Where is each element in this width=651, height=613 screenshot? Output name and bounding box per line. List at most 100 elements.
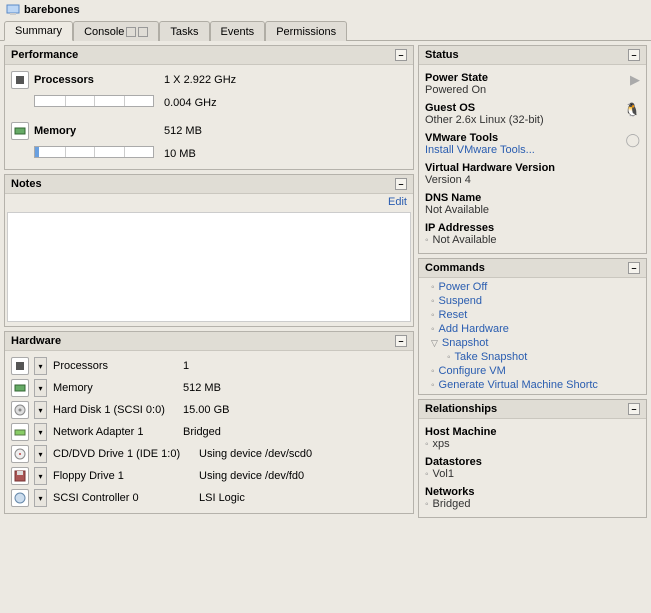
processors-value: 1 X 2.922 GHz [164, 74, 407, 86]
datastores-value: ◦Vol1 [425, 468, 640, 480]
cmd-add-hardware[interactable]: Add Hardware [439, 323, 509, 335]
install-tools-link[interactable]: Install VMware Tools... [425, 144, 535, 156]
power-state-value: Powered On [425, 84, 488, 96]
collapse-button[interactable]: – [395, 49, 407, 61]
disk-icon [11, 401, 29, 419]
hardware-menu-button[interactable]: ▾ [34, 445, 47, 463]
hardware-row: ▾ Network Adapter 1 Bridged [11, 421, 407, 443]
collapse-button[interactable]: – [395, 178, 407, 190]
tab-permissions[interactable]: Permissions [265, 21, 347, 41]
host-machine-label: Host Machine [425, 426, 640, 438]
ip-value: ◦Not Available [425, 234, 640, 246]
memory-icon [11, 122, 29, 140]
commands-panel: Commands – ◦Power Off ◦Suspend ◦Reset ◦A… [418, 258, 647, 395]
floppy-icon [11, 467, 29, 485]
linux-icon: 🐧 [624, 102, 640, 118]
networks-label: Networks [425, 486, 640, 498]
hardware-menu-button[interactable]: ▾ [34, 401, 47, 419]
memory-meter [34, 146, 164, 161]
networks-value: ◦Bridged [425, 498, 640, 510]
vmware-tools-label: VMware Tools [425, 132, 535, 144]
cdrom-icon [11, 445, 29, 463]
collapse-button[interactable]: – [395, 335, 407, 347]
status-panel: Status – Power State Powered On ▶ Guest … [418, 45, 647, 254]
tab-summary[interactable]: Summary [4, 21, 73, 41]
scsi-icon [11, 489, 29, 507]
datastores-label: Datastores [425, 456, 640, 468]
memory-value: 512 MB [164, 125, 407, 137]
network-icon [11, 423, 29, 441]
notes-panel: Notes – Edit [4, 174, 414, 327]
status-heading: Status [425, 49, 459, 61]
cpu-icon [11, 71, 29, 89]
tab-console[interactable]: Console [73, 21, 159, 41]
hardware-menu-button[interactable]: ▾ [34, 357, 47, 375]
tab-bar: Summary Console Tasks Events Permissions [0, 20, 651, 41]
dns-label: DNS Name [425, 192, 640, 204]
tools-icon: ◯ [624, 132, 640, 148]
hardware-menu-button[interactable]: ▾ [34, 423, 47, 441]
play-icon: ▶ [624, 72, 640, 88]
hardware-row: ▾ Memory 512 MB [11, 377, 407, 399]
hardware-item-value: 15.00 GB [183, 404, 407, 416]
dns-value: Not Available [425, 204, 640, 216]
notes-heading: Notes [11, 178, 42, 190]
hardware-menu-button[interactable]: ▾ [34, 379, 47, 397]
hardware-row: ▾ Floppy Drive 1 Using device /dev/fd0 [11, 465, 407, 487]
guest-os-label: Guest OS [425, 102, 544, 114]
vhw-label: Virtual Hardware Version [425, 162, 640, 174]
notes-textarea[interactable] [7, 212, 411, 322]
hardware-item-value: Using device /dev/fd0 [199, 470, 407, 482]
hardware-heading: Hardware [11, 335, 61, 347]
hardware-item-label: Processors [53, 360, 183, 372]
cpu-usage-value: 0.004 GHz [164, 97, 407, 109]
hardware-item-label: CD/DVD Drive 1 (IDE 1:0) [53, 448, 199, 460]
hardware-item-value: 1 [183, 360, 407, 372]
hardware-item-value: LSI Logic [199, 492, 407, 504]
hardware-row: ▾ CD/DVD Drive 1 (IDE 1:0) Using device … [11, 443, 407, 465]
cmd-power-off[interactable]: Power Off [439, 281, 488, 293]
hardware-item-value: Bridged [183, 426, 407, 438]
cmd-configure-vm[interactable]: Configure VM [439, 365, 506, 377]
hardware-item-value: Using device /dev/scd0 [199, 448, 407, 460]
hardware-menu-button[interactable]: ▾ [34, 467, 47, 485]
tab-events[interactable]: Events [210, 21, 266, 41]
commands-heading: Commands [425, 262, 485, 274]
hardware-item-value: 512 MB [183, 382, 407, 394]
expand-icon[interactable]: ▽ [431, 338, 438, 349]
cmd-take-snapshot[interactable]: Take Snapshot [455, 351, 528, 363]
performance-panel: Performance – Processors 1 X 2.922 GHz 0… [4, 45, 414, 170]
hardware-item-label: SCSI Controller 0 [53, 492, 199, 504]
host-machine-value: ◦xps [425, 438, 640, 450]
ip-label: IP Addresses [425, 222, 640, 234]
vm-icon [6, 3, 20, 17]
collapse-button[interactable]: – [628, 262, 640, 274]
hardware-row: ▾ Hard Disk 1 (SCSI 0:0) 15.00 GB [11, 399, 407, 421]
window-titlebar: barebones [0, 0, 651, 20]
cmd-suspend[interactable]: Suspend [439, 295, 482, 307]
collapse-button[interactable]: – [628, 49, 640, 61]
collapse-button[interactable]: – [628, 403, 640, 415]
hardware-row: ▾ Processors 1 [11, 355, 407, 377]
power-state-label: Power State [425, 72, 488, 84]
vhw-value: Version 4 [425, 174, 640, 186]
relationships-panel: Relationships – Host Machine ◦xps Datast… [418, 399, 647, 518]
performance-heading: Performance [11, 49, 78, 61]
guest-os-value: Other 2.6x Linux (32-bit) [425, 114, 544, 126]
cpu-meter [34, 95, 164, 110]
notes-edit-link[interactable]: Edit [7, 194, 411, 210]
console-indicator-icon [138, 27, 148, 37]
window-title: barebones [24, 4, 80, 16]
hardware-row: ▾ SCSI Controller 0 LSI Logic [11, 487, 407, 509]
memory-usage-value: 10 MB [164, 148, 407, 160]
memory-label: Memory [34, 125, 164, 137]
console-indicator-icon [126, 27, 136, 37]
cmd-reset[interactable]: Reset [439, 309, 468, 321]
hardware-item-label: Floppy Drive 1 [53, 470, 199, 482]
cmd-snapshot[interactable]: Snapshot [442, 337, 488, 349]
hardware-menu-button[interactable]: ▾ [34, 489, 47, 507]
cmd-generate-shortcut[interactable]: Generate Virtual Machine Shortc [439, 379, 598, 391]
memory-icon [11, 379, 29, 397]
tab-tasks[interactable]: Tasks [159, 21, 209, 41]
hardware-item-label: Hard Disk 1 (SCSI 0:0) [53, 404, 183, 416]
